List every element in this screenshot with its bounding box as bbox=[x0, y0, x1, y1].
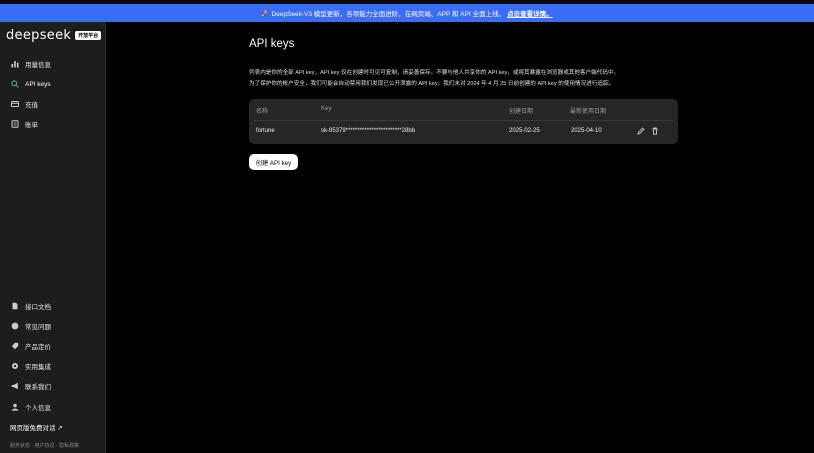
sidebar-item-pricing[interactable]: 产品定价 bbox=[0, 338, 105, 354]
sidebar-item-usage[interactable]: 用量信息 bbox=[0, 56, 105, 72]
document-icon bbox=[12, 302, 18, 310]
table-divider bbox=[254, 120, 673, 121]
sidebar-item-label: 联系我们 bbox=[25, 384, 51, 391]
column-header-key: Key bbox=[321, 106, 332, 112]
banner-text: DeepSeek-V3 模型更新，各项能力全面进阶，在网页端、APP 和 API… bbox=[271, 11, 506, 18]
footer-links: 服务状态 · 用户协议 · 隐私政策 bbox=[10, 442, 79, 449]
sidebar-item-label: 产品定价 bbox=[25, 344, 51, 351]
sidebar-item-label: 常见问题 bbox=[25, 324, 51, 331]
sidebar-item-label: 账单 bbox=[25, 122, 38, 129]
logo-text: deepseek bbox=[6, 28, 72, 43]
privacy-policy-link[interactable]: 隐私政策 bbox=[59, 443, 79, 449]
key-name-cell: fortune bbox=[256, 128, 275, 134]
sidebar-item-label: 实用集成 bbox=[25, 364, 51, 371]
bill-icon bbox=[11, 120, 19, 128]
logo[interactable]: deepseek 开放平台 bbox=[6, 28, 102, 43]
help-icon bbox=[11, 322, 19, 330]
main-content: API keys 列表内是你的全部 API key，API key 仅在创建时可… bbox=[106, 22, 814, 453]
column-header-last-used: 最新使用日期 bbox=[570, 109, 607, 115]
sidebar-item-label: 接口文档 bbox=[25, 304, 51, 311]
tag-icon bbox=[11, 342, 19, 350]
banner-details-link[interactable]: 点击查看详情。 bbox=[507, 8, 553, 18]
service-status-link[interactable]: 服务状态 bbox=[10, 443, 30, 449]
sidebar-item-label: 个人信息 bbox=[25, 405, 51, 412]
rocket-icon: 🚀 bbox=[261, 10, 270, 17]
description-line: 为了保护你的帐户安全，我们可能会自动禁用我们发现已公开泄露的 API key。我… bbox=[249, 81, 615, 87]
sidebar-item-faq[interactable]: 常见问题 bbox=[0, 318, 105, 334]
sidebar-item-label: 充值 bbox=[25, 102, 38, 109]
megaphone-icon bbox=[11, 382, 18, 390]
gear-icon bbox=[12, 363, 18, 369]
sidebar-item-label: 用量信息 bbox=[25, 62, 51, 69]
search-icon bbox=[11, 80, 19, 88]
page-description: 列表内是你的全部 API key，API key 仅在创建时可见可复制，请妥善保… bbox=[249, 68, 689, 90]
sidebar: deepseek 开放平台 用量信息 API keys 充值 账单 接口文档 常… bbox=[0, 22, 106, 453]
user-icon bbox=[11, 403, 19, 411]
user-agreement-link[interactable]: 用户协议 bbox=[34, 443, 54, 449]
key-value-cell: sk-95379************************28bb bbox=[321, 128, 416, 134]
sidebar-item-api-keys[interactable]: API keys bbox=[0, 76, 105, 92]
sidebar-item-profile[interactable]: 个人信息 bbox=[0, 399, 105, 415]
column-header-name: 名称 bbox=[256, 109, 269, 115]
platform-badge: 开放平台 bbox=[75, 31, 102, 40]
api-keys-table: 名称 Key 创建日期 最新使用日期 fortune sk-95379*****… bbox=[249, 99, 678, 144]
delete-icon[interactable] bbox=[651, 127, 659, 135]
sidebar-item-recharge[interactable]: 充值 bbox=[0, 96, 105, 112]
sidebar-item-billing[interactable]: 账单 bbox=[0, 116, 105, 132]
announcement-banner: 🚀 DeepSeek-V3 模型更新，各项能力全面进阶，在网页端、APP 和 A… bbox=[0, 4, 814, 22]
created-date-cell: 2025-02-25 bbox=[509, 128, 540, 134]
web-chat-link[interactable]: 网页版免费对话 ↗ bbox=[10, 422, 63, 432]
sidebar-item-contact[interactable]: 联系我们 bbox=[0, 378, 105, 394]
wallet-icon bbox=[11, 101, 19, 107]
edit-icon[interactable] bbox=[637, 127, 645, 135]
create-api-key-button[interactable]: 创建 API key bbox=[249, 154, 298, 170]
sidebar-item-api-docs[interactable]: 接口文档 bbox=[0, 298, 105, 314]
bar-chart-icon bbox=[11, 61, 19, 68]
sidebar-item-label: API keys bbox=[25, 80, 51, 88]
last-used-date-cell: 2025-04-10 bbox=[571, 128, 602, 134]
sidebar-item-integrations[interactable]: 实用集成 bbox=[0, 358, 105, 374]
description-line: 列表内是你的全部 API key，API key 仅在创建时可见可复制，请妥善保… bbox=[249, 70, 620, 76]
column-header-created: 创建日期 bbox=[509, 109, 534, 115]
page-title: API keys bbox=[249, 38, 295, 50]
